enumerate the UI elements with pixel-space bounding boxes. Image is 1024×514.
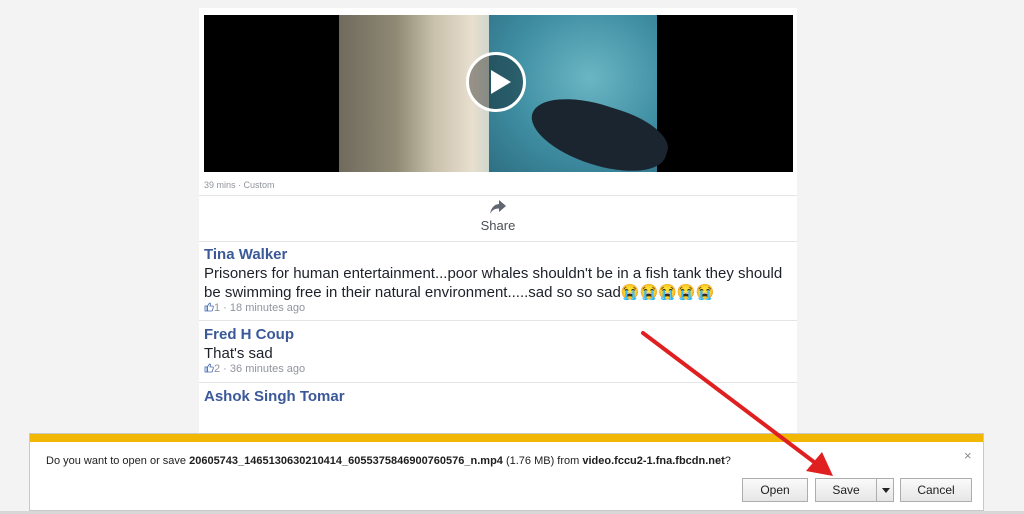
share-button[interactable]: Share [458,199,538,233]
download-notification-bar: Do you want to open or save 20605743_146… [29,433,984,511]
comment-time[interactable]: 18 minutes ago [230,302,305,314]
post-meta: 39 mins · Custom [204,180,275,190]
save-button[interactable]: Save [815,478,877,502]
share-arrow-icon [490,200,506,214]
close-icon[interactable]: × [964,448,972,463]
download-filename: 20605743_1465130630210414_60553758469007… [189,455,503,467]
play-button-icon[interactable] [466,52,526,112]
open-button[interactable]: Open [742,478,808,502]
download-source: video.fccu2-1.fna.fbcdn.net [582,455,725,467]
divider [199,195,797,196]
comment-time[interactable]: 36 minutes ago [230,363,305,375]
comment-meta: 2 · 36 minutes ago [204,363,305,375]
comment-author[interactable]: Tina Walker [204,246,287,263]
divider [199,382,797,383]
like-count: 2 [214,363,221,375]
like-thumb-icon[interactable] [204,363,214,373]
share-label: Share [480,218,516,233]
comment-meta: 1 · 18 minutes ago [204,302,305,314]
save-options-dropdown-icon[interactable] [876,478,894,502]
download-prompt-text: Do you want to open or save 20605743_146… [46,455,731,467]
cancel-button[interactable]: Cancel [900,478,972,502]
comment-text: Prisoners for human entertainment...poor… [204,265,783,301]
warning-stripe [30,434,983,442]
divider [199,241,797,242]
comment-author[interactable]: Ashok Singh Tomar [204,388,345,405]
like-count: 1 [214,302,221,314]
divider [199,320,797,321]
comment-author[interactable]: Fred H Coup [204,326,294,343]
comment-text: That's sad [204,345,273,362]
like-thumb-icon[interactable] [204,302,214,312]
